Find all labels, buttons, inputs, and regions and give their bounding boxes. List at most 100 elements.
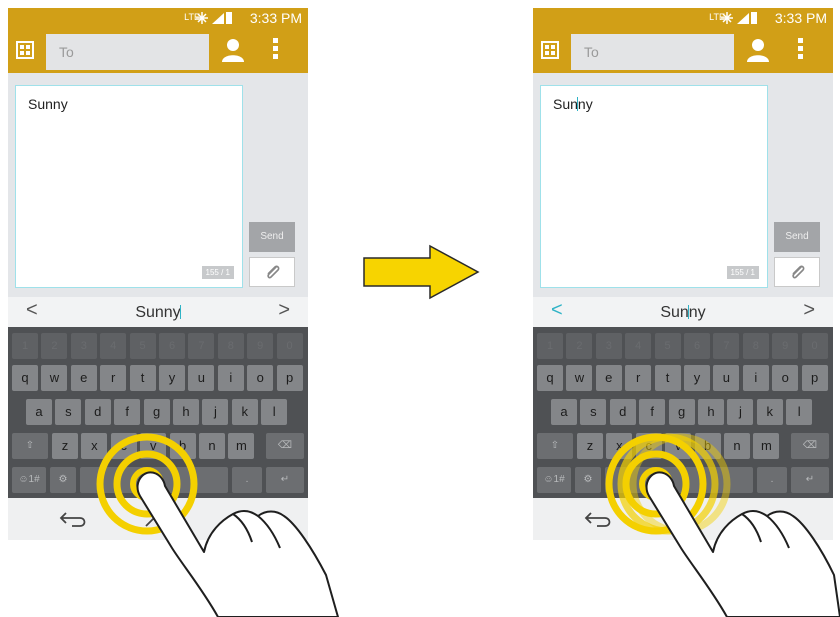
keyboard-key[interactable]: h bbox=[698, 399, 724, 425]
keyboard-key[interactable]: j bbox=[727, 399, 754, 425]
menu-icon[interactable] bbox=[541, 41, 559, 59]
keyboard-key[interactable]: 4 bbox=[100, 333, 127, 359]
keyboard-key[interactable]: w bbox=[41, 365, 68, 391]
message-compose-box[interactable]: Sunny 155 / 1 bbox=[540, 85, 768, 288]
keyboard-key[interactable]: ⌫ bbox=[266, 433, 304, 459]
keyboard-key[interactable]: 3 bbox=[70, 333, 97, 359]
keyboard-key[interactable]: 5 bbox=[654, 333, 681, 359]
keyboard-key[interactable]: 7 bbox=[713, 333, 740, 359]
keyboard-key[interactable]: o bbox=[247, 365, 274, 391]
keyboard-key[interactable]: s bbox=[55, 399, 82, 425]
keyboard-key[interactable]: f bbox=[639, 399, 666, 425]
keyboard-key[interactable]: n bbox=[724, 433, 750, 459]
keyboard-key[interactable]: f bbox=[114, 399, 141, 425]
suggestion-next[interactable]: > bbox=[803, 299, 815, 322]
attach-button[interactable] bbox=[774, 257, 820, 287]
keyboard-key[interactable]: 4 bbox=[625, 333, 652, 359]
keyboard-key[interactable]: o bbox=[772, 365, 799, 391]
keyboard-key[interactable]: e bbox=[595, 365, 622, 391]
keyboard-key[interactable]: p bbox=[276, 365, 303, 391]
keyboard-key[interactable]: u bbox=[713, 365, 740, 391]
keyboard-key[interactable]: r bbox=[100, 365, 127, 391]
keyboard-key[interactable]: ⇧ bbox=[537, 433, 573, 459]
keyboard-key[interactable]: y bbox=[159, 365, 185, 391]
keyboard-key[interactable]: k bbox=[231, 399, 258, 425]
keyboard-key[interactable]: ☺1# bbox=[12, 467, 46, 493]
keyboard-key[interactable]: d bbox=[84, 399, 111, 425]
keyboard-key[interactable]: 7 bbox=[188, 333, 215, 359]
keyboard-key[interactable]: l bbox=[261, 399, 288, 425]
spacebar-key[interactable] bbox=[80, 467, 228, 493]
keyboard-key[interactable]: ⚙ bbox=[575, 467, 601, 493]
recipient-field[interactable]: To bbox=[571, 34, 734, 70]
keyboard-key[interactable]: z bbox=[52, 433, 78, 459]
keyboard-key[interactable]: ↵ bbox=[266, 467, 304, 493]
keyboard-key[interactable]: s bbox=[580, 399, 607, 425]
keyboard-key[interactable]: 2 bbox=[566, 333, 593, 359]
keyboard-key[interactable]: ⇧ bbox=[12, 433, 48, 459]
keyboard-key[interactable]: w bbox=[566, 365, 593, 391]
keyboard-key[interactable]: r bbox=[625, 365, 652, 391]
keyboard-key[interactable]: b bbox=[694, 433, 721, 459]
keyboard-key[interactable]: t bbox=[654, 365, 681, 391]
keyboard-key[interactable]: 9 bbox=[247, 333, 274, 359]
keyboard-key[interactable]: 0 bbox=[276, 333, 303, 359]
keyboard-key[interactable]: m bbox=[753, 433, 780, 459]
keyboard-key[interactable]: a bbox=[26, 399, 52, 425]
keyboard-key[interactable]: 5 bbox=[129, 333, 156, 359]
keyboard-key[interactable]: . bbox=[232, 467, 262, 493]
keyboard-key[interactable]: t bbox=[129, 365, 156, 391]
keyboard-key[interactable]: 0 bbox=[801, 333, 828, 359]
menu-icon[interactable] bbox=[16, 41, 34, 59]
keyboard-key[interactable]: l bbox=[786, 399, 813, 425]
home-icon[interactable] bbox=[668, 510, 698, 528]
keyboard-key[interactable]: ↵ bbox=[791, 467, 829, 493]
keyboard-key[interactable]: j bbox=[202, 399, 229, 425]
keyboard-key[interactable]: x bbox=[606, 433, 633, 459]
more-icon[interactable] bbox=[273, 38, 279, 60]
keyboard-key[interactable]: . bbox=[757, 467, 787, 493]
keyboard-key[interactable]: ⌫ bbox=[791, 433, 829, 459]
suggestion-next[interactable]: > bbox=[278, 299, 290, 322]
keyboard-key[interactable]: 1 bbox=[12, 333, 38, 359]
keyboard-key[interactable]: ☺1# bbox=[537, 467, 571, 493]
keyboard-key[interactable]: q bbox=[537, 365, 563, 391]
keyboard-key[interactable]: d bbox=[609, 399, 636, 425]
message-compose-box[interactable]: Sunny 155 / 1 bbox=[15, 85, 243, 288]
keyboard-key[interactable]: 1 bbox=[537, 333, 563, 359]
keyboard-key[interactable]: i bbox=[742, 365, 769, 391]
keyboard-key[interactable]: e bbox=[70, 365, 97, 391]
keyboard-key[interactable]: i bbox=[217, 365, 244, 391]
keyboard-key[interactable]: u bbox=[188, 365, 215, 391]
suggestion-word[interactable]: Sunny bbox=[533, 304, 833, 322]
keyboard-key[interactable]: c bbox=[110, 433, 137, 459]
keyboard-key[interactable]: x bbox=[81, 433, 108, 459]
keyboard-key[interactable]: h bbox=[173, 399, 199, 425]
more-icon[interactable] bbox=[798, 38, 804, 60]
keyboard-key[interactable]: ⚙ bbox=[50, 467, 76, 493]
keyboard-key[interactable]: g bbox=[143, 399, 170, 425]
back-icon[interactable] bbox=[58, 510, 88, 528]
keyboard-key[interactable]: 2 bbox=[41, 333, 68, 359]
contact-icon[interactable] bbox=[747, 38, 769, 62]
keyboard-key[interactable]: z bbox=[577, 433, 603, 459]
back-icon[interactable] bbox=[583, 510, 613, 528]
keyboard-key[interactable]: n bbox=[199, 433, 225, 459]
keyboard-key[interactable]: m bbox=[228, 433, 255, 459]
send-button[interactable]: Send bbox=[249, 222, 295, 252]
keyboard-key[interactable]: a bbox=[551, 399, 577, 425]
keyboard-key[interactable]: k bbox=[756, 399, 783, 425]
keyboard-key[interactable]: g bbox=[668, 399, 695, 425]
contact-icon[interactable] bbox=[222, 38, 244, 62]
keyboard-key[interactable]: 8 bbox=[742, 333, 769, 359]
attach-button[interactable] bbox=[249, 257, 295, 287]
keyboard-key[interactable]: q bbox=[12, 365, 38, 391]
keyboard-key[interactable]: y bbox=[684, 365, 710, 391]
keyboard-key[interactable]: p bbox=[801, 365, 828, 391]
home-icon[interactable] bbox=[143, 510, 173, 528]
keyboard-key[interactable]: 6 bbox=[159, 333, 185, 359]
keyboard-key[interactable]: 6 bbox=[684, 333, 710, 359]
keyboard-key[interactable]: 3 bbox=[595, 333, 622, 359]
spacebar-key[interactable] bbox=[605, 467, 753, 493]
keyboard-key[interactable]: c bbox=[635, 433, 662, 459]
